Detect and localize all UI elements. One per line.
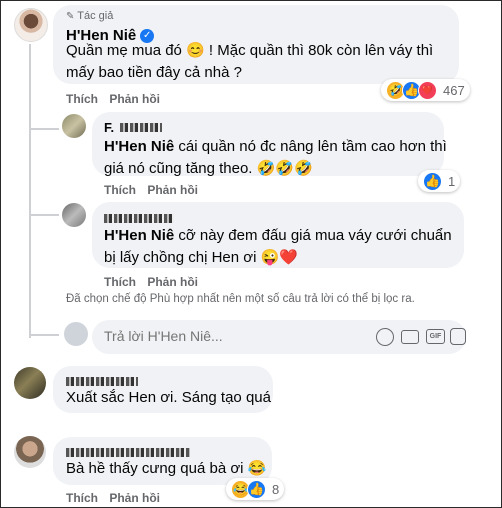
reply-2-avatar[interactable] (62, 203, 86, 227)
comment-4-reaction-count: 8 (272, 481, 280, 497)
reply-2-actions: Thích Phản hồi (104, 275, 206, 289)
comment-4-reactions[interactable]: 😂 👍 8 (226, 478, 285, 500)
comment-4-text: Bà hề thấy cưng quá bà ơi 😂 (66, 460, 267, 477)
comment-3-text: Xuất sắc Hen ơi. Sáng tạo quá (66, 389, 271, 406)
reply-1-reaction-count: 1 (448, 173, 456, 189)
like-reaction-icon: 👍 (423, 171, 442, 191)
love-reaction-icon: ❤️ (418, 80, 437, 100)
reply-1-like-button[interactable]: Thích (104, 183, 136, 197)
reply-input[interactable] (102, 327, 316, 345)
like-reaction-icon: 👍 (247, 479, 266, 499)
reply-1-text: H'Hen Niê cái quần nó đc nâng lên tầm ca… (104, 136, 447, 180)
comment-4-reply-button[interactable]: Phản hồi (109, 491, 160, 505)
reply-1-actions: Thích Phản hồi (104, 183, 206, 197)
reply-2-text: H'Hen Niê cỡ này đem đấu giá mua váy cướ… (104, 225, 452, 269)
reply-2-like-button[interactable]: Thích (104, 275, 136, 289)
main-comment-text: Quần mẹ mua đó 😊 ! Mặc quần thì 80k còn … (66, 40, 433, 84)
reply-2-line-2: bị lấy chồng chị Hen ơi 😜❤️ (104, 249, 298, 266)
gif-icon[interactable]: GIF (426, 329, 445, 344)
author-tag-icon: ✎ (66, 11, 75, 22)
main-reaction-count: 467 (443, 82, 465, 98)
thread-line-branch-1 (29, 128, 59, 130)
reply-1-avatar[interactable] (62, 114, 86, 138)
emoji-icon[interactable] (376, 328, 394, 346)
reply-2-line-1: cỡ này đem đấu giá mua váy cưới chuẩn (174, 227, 452, 244)
reply-2-reply-button[interactable]: Phản hồi (147, 275, 198, 289)
reply-1-author[interactable]: F. (104, 120, 163, 135)
comment-4-like-button[interactable]: Thích (66, 491, 98, 505)
reply-1-author-name[interactable]: F. (104, 120, 114, 135)
current-user-avatar (64, 322, 88, 346)
main-reply-button[interactable]: Phản hồi (109, 92, 160, 106)
reply-1-mention[interactable]: H'Hen Niê (104, 138, 174, 155)
reply-1-reactions[interactable]: 👍 1 (418, 170, 461, 192)
main-reactions[interactable]: 🤣 👍 ❤️ 467 (381, 79, 470, 101)
main-comment-actions: Thích Phản hồi (66, 92, 168, 106)
main-like-button[interactable]: Thích (66, 92, 98, 106)
comment-4-actions: Thích Phản hồi (66, 491, 168, 505)
main-comment-line-2: mấy bao tiền đây cả nhà ? (66, 64, 242, 81)
reply-2-author-redacted (104, 214, 174, 224)
author-tag: ✎ Tác giả (66, 10, 113, 22)
reply-2-mention[interactable]: H'Hen Niê (104, 227, 174, 244)
author-tag-label: Tác giả (77, 10, 114, 22)
author-avatar[interactable] (14, 8, 48, 42)
thread-line-branch-3 (29, 334, 59, 336)
reply-1-reply-button[interactable]: Phản hồi (147, 183, 198, 197)
thread-line-branch-2 (29, 214, 59, 216)
reply-1-line-2: giá nó cũng tăng theo. 🤣🤣🤣 (104, 160, 313, 177)
sticker-icon[interactable] (450, 328, 466, 345)
thread-line-main (29, 44, 31, 338)
reply-input-box[interactable]: GIF (92, 320, 466, 354)
camera-icon[interactable] (401, 330, 419, 344)
main-comment-line-1: Quần mẹ mua đó 😊 ! Mặc quần thì 80k còn … (66, 42, 434, 59)
reply-1-author-redacted (120, 123, 163, 132)
comment-3-author-redacted (66, 377, 138, 387)
filter-notice: Đã chọn chế độ Phù hợp nhất nên một số c… (66, 293, 415, 305)
reply-1-line-1: cái quần nó đc nâng lên tầm cao hơn thì (174, 138, 447, 155)
comment-3-avatar[interactable] (14, 367, 46, 399)
comment-4-avatar[interactable] (14, 436, 46, 468)
comment-4-author-redacted (66, 448, 190, 458)
